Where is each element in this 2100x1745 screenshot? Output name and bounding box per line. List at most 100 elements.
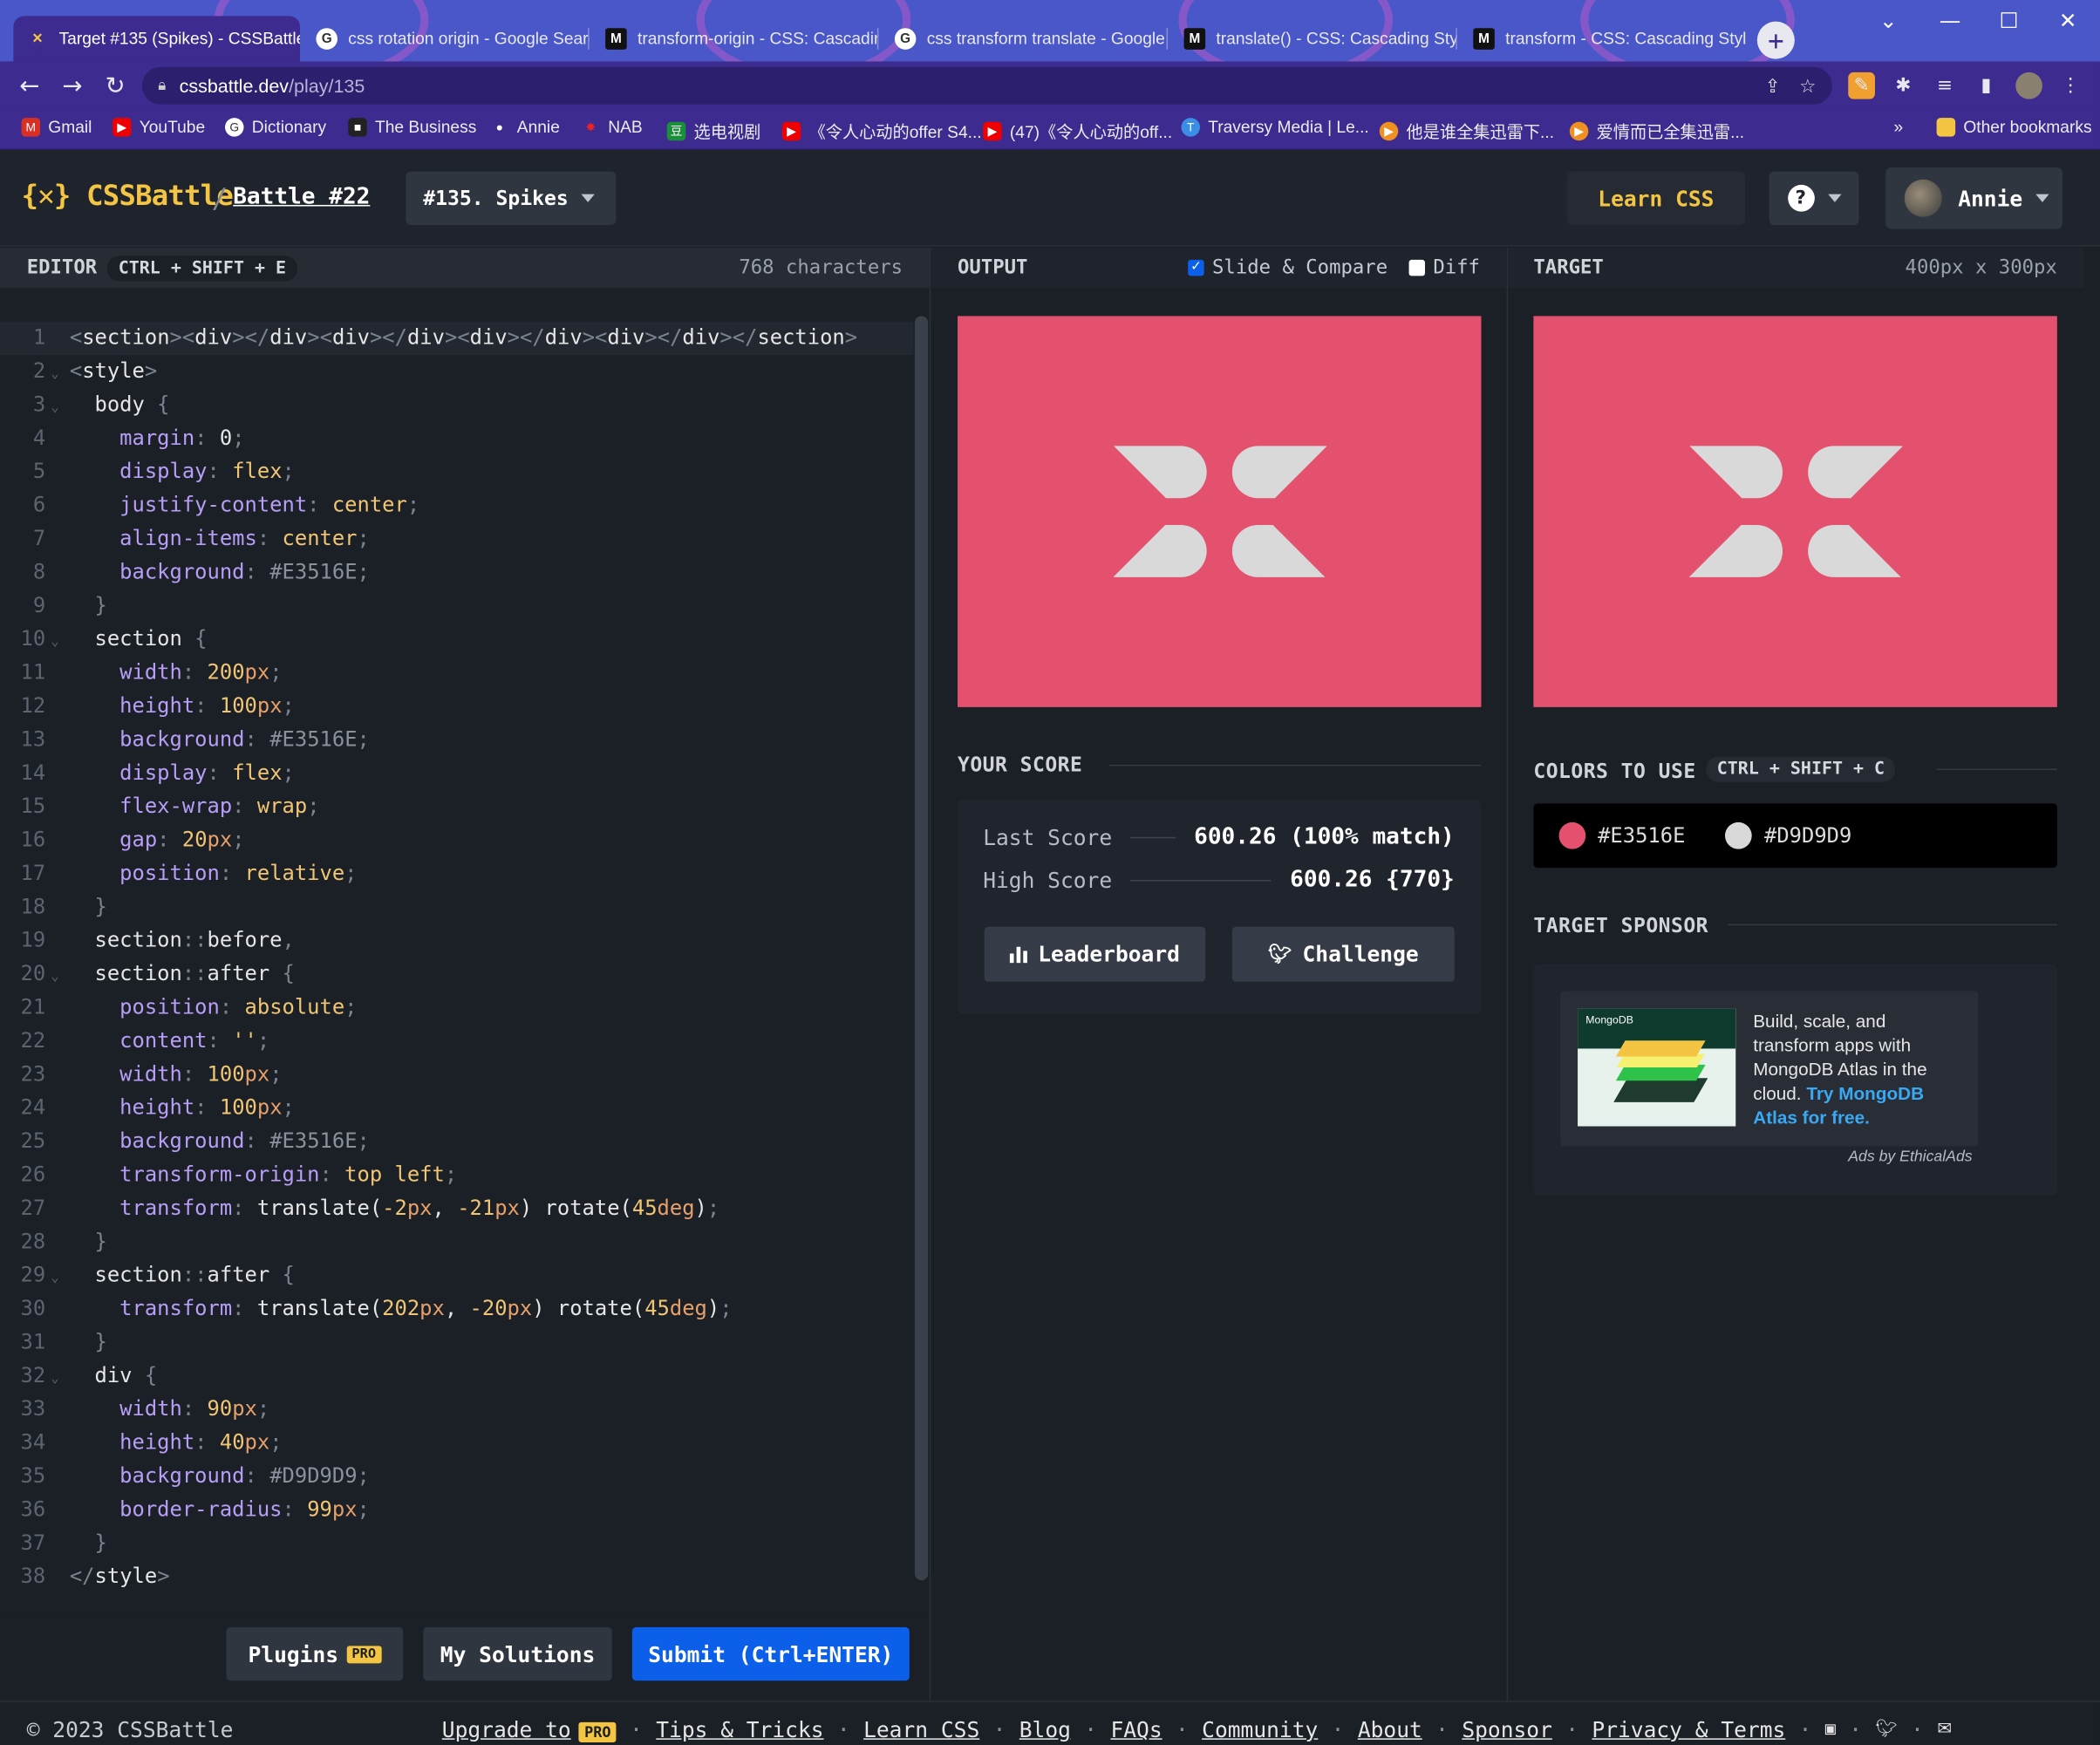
bookmark-offer-47[interactable]: ▶ (47)《令人心动的off... [983,118,1172,143]
checkbox-empty-icon[interactable] [1408,259,1426,276]
maximize-button[interactable]: ☐ [1980,3,2039,37]
browser-tab-google-2[interactable]: G css transform translate - Google ✕ [881,16,1169,61]
tab-search-icon[interactable]: ⌄ [1859,3,1919,37]
address-bar[interactable]: 🔒︎ cssbattle.dev/play/135 ⇪ ☆ [141,66,1832,105]
user-menu-button[interactable]: Annie [1885,167,2062,229]
code-line[interactable]: 34 height: 40px; [0,1427,913,1460]
code-line[interactable]: 32 ⌄ div { [0,1360,913,1393]
mongodb-ad-image[interactable]: MongoDB [1578,1008,1736,1127]
code-line[interactable]: 24 height: 100px; [0,1092,913,1125]
code-line[interactable]: 23 width: 100px; [0,1058,913,1091]
code-line[interactable]: 14 display: flex; [0,757,913,790]
upgrade-link[interactable]: Upgrade to PRO [442,1717,617,1742]
fold-icon[interactable]: ⌄ [45,1360,70,1393]
output-preview[interactable] [958,316,1482,707]
fold-icon[interactable]: ⌄ [45,623,70,656]
bookmarks-overflow-button[interactable]: » [1893,118,1903,136]
bookmark-dictionary[interactable]: G Dictionary [224,118,326,137]
slide-compare-toggle[interactable]: ✓ Slide & Compare [1188,257,1388,278]
help-button[interactable]: ? [1769,171,1859,225]
submit-button[interactable]: Submit (Ctrl+ENTER) [631,1626,910,1681]
bookmark-the-business[interactable]: ■ The Business [348,118,476,137]
bookmark-nab[interactable]: ✸ NAB [581,118,642,136]
code-line[interactable]: 18 } [0,890,913,924]
code-line[interactable]: 29 ⌄ section::after { [0,1259,913,1292]
code-line[interactable]: 6 justify-content: center; [0,489,913,522]
plugins-button[interactable]: Plugins PRO [226,1626,404,1681]
discord-icon[interactable]: ▣ [1825,1720,1836,1740]
browser-tab-mdn-1[interactable]: M transform-origin - CSS: Cascading ✕ [592,16,879,61]
reload-icon[interactable]: ↻ [99,70,132,102]
fold-icon[interactable]: ⌄ [45,388,70,421]
browser-tab-cssbattle[interactable]: ✕ Target #135 (Spikes) - CSSBattle ✕ [13,16,300,62]
profile-avatar[interactable] [2015,72,2042,99]
color-swatch-pink[interactable] [1558,821,1586,849]
code-line[interactable]: 37 } [0,1527,913,1560]
bookmark-gmail[interactable]: M Gmail [21,118,92,137]
code-line[interactable]: 12 height: 100px; [0,690,913,723]
bookmark-drama-1[interactable]: ▶ 他是谁全集迅雷下... [1379,118,1554,143]
code-line[interactable]: 28 } [0,1225,913,1258]
cssbattle-logo[interactable]: {✕} CSSBattle [22,180,234,212]
share-icon[interactable]: ⇪ [1765,74,1781,97]
ads-by-ethicalads[interactable]: Ads by EthicalAds [1848,1149,1972,1165]
footer-link-blog[interactable]: Blog [1019,1717,1071,1742]
code-line[interactable]: 22 content: ''; [0,1025,913,1058]
footer-link-learn-css[interactable]: Learn CSS [863,1717,979,1742]
footer-link-faqs[interactable]: FAQs [1110,1717,1162,1742]
sidebar-icon[interactable]: ▮ [1973,72,2000,99]
bookmark-star-icon[interactable]: ☆ [1799,74,1816,97]
fold-icon[interactable]: ⌄ [45,355,70,388]
battle-link[interactable]: Battle #22 [233,183,370,210]
extension-icon[interactable]: ✎ [1848,72,1875,99]
target-preview[interactable] [1533,316,2057,707]
code-line[interactable]: 31 } [0,1326,913,1359]
browser-tab-mdn-3[interactable]: M transform - CSS: Cascading Style ✕ [1460,16,1747,61]
twitter-icon[interactable]: 🐦︎ [1875,1720,1897,1740]
code-line[interactable]: 1 <section><div></div><div></div><div></d… [0,321,914,355]
other-bookmarks[interactable]: Other bookmarks [1936,118,2092,137]
code-line[interactable]: 3 ⌄ body { [0,388,913,421]
diff-toggle[interactable]: Diff [1408,257,1480,278]
mail-icon[interactable]: ✉ [1937,1720,1952,1740]
puzzle-icon[interactable]: ✱ [1890,72,1917,99]
code-line[interactable]: 20 ⌄ section::after { [0,958,913,991]
code-line[interactable]: 13 background: #E3516E; [0,723,913,756]
code-line[interactable]: 27 transform: translate(-2px, -21px) rot… [0,1192,913,1225]
new-tab-button[interactable]: + [1756,21,1795,59]
back-icon[interactable]: ← [13,70,45,102]
editor-scrollbar[interactable] [914,316,929,1581]
code-line[interactable]: 25 background: #E3516E; [0,1125,913,1158]
code-line[interactable]: 2 ⌄ <style> [0,355,913,388]
fold-icon[interactable]: ⌄ [45,958,70,991]
footer-link-sponsor[interactable]: Sponsor [1462,1717,1552,1742]
browser-tab-mdn-2[interactable]: M translate() - CSS: Cascading Style ✕ [1170,16,1457,61]
browser-tab-google-1[interactable]: G css rotation origin - Google Search ✕ [303,16,590,61]
target-select[interactable]: #135. Spikes [406,171,617,225]
bookmark-offer-s4[interactable]: ▶ 《令人心动的offer S4... [781,118,982,143]
minimize-button[interactable]: — [1920,3,1980,37]
footer-link-tips[interactable]: Tips & Tricks [656,1717,823,1742]
code-line[interactable]: 4 margin: 0; [0,422,913,455]
code-line[interactable]: 19 section::before, [0,924,913,958]
code-line[interactable]: 8 background: #E3516E; [0,556,913,589]
color-swatch-gray[interactable] [1725,821,1753,849]
challenge-button[interactable]: 🐦︎ Challenge [1231,926,1455,982]
code-line[interactable]: 35 background: #D9D9D9; [0,1460,913,1493]
checkbox-checked-icon[interactable]: ✓ [1188,259,1204,276]
code-line[interactable]: 9 } [0,590,913,623]
forward-icon[interactable]: → [56,70,88,102]
code-lines[interactable]: 1 <section><div></div><div></div><div></d… [0,321,914,1594]
footer-link-privacy[interactable]: Privacy & Terms [1592,1717,1785,1742]
learn-css-button[interactable]: Learn CSS [1566,171,1746,225]
my-solutions-button[interactable]: My Solutions [423,1626,612,1681]
code-line[interactable]: 33 width: 90px; [0,1393,913,1426]
media-icon[interactable]: ≡ [1931,72,1958,99]
color-code[interactable]: #E3516E [1598,823,1685,848]
color-code[interactable]: #D9D9D9 [1764,823,1851,848]
close-window-button[interactable]: ✕ [2038,3,2097,37]
code-line[interactable]: 15 flex-wrap: wrap; [0,790,913,823]
menu-icon[interactable]: ⋮ [2057,72,2084,99]
code-line[interactable]: 10 ⌄ section { [0,623,913,656]
fold-icon[interactable]: ⌄ [45,1259,70,1292]
